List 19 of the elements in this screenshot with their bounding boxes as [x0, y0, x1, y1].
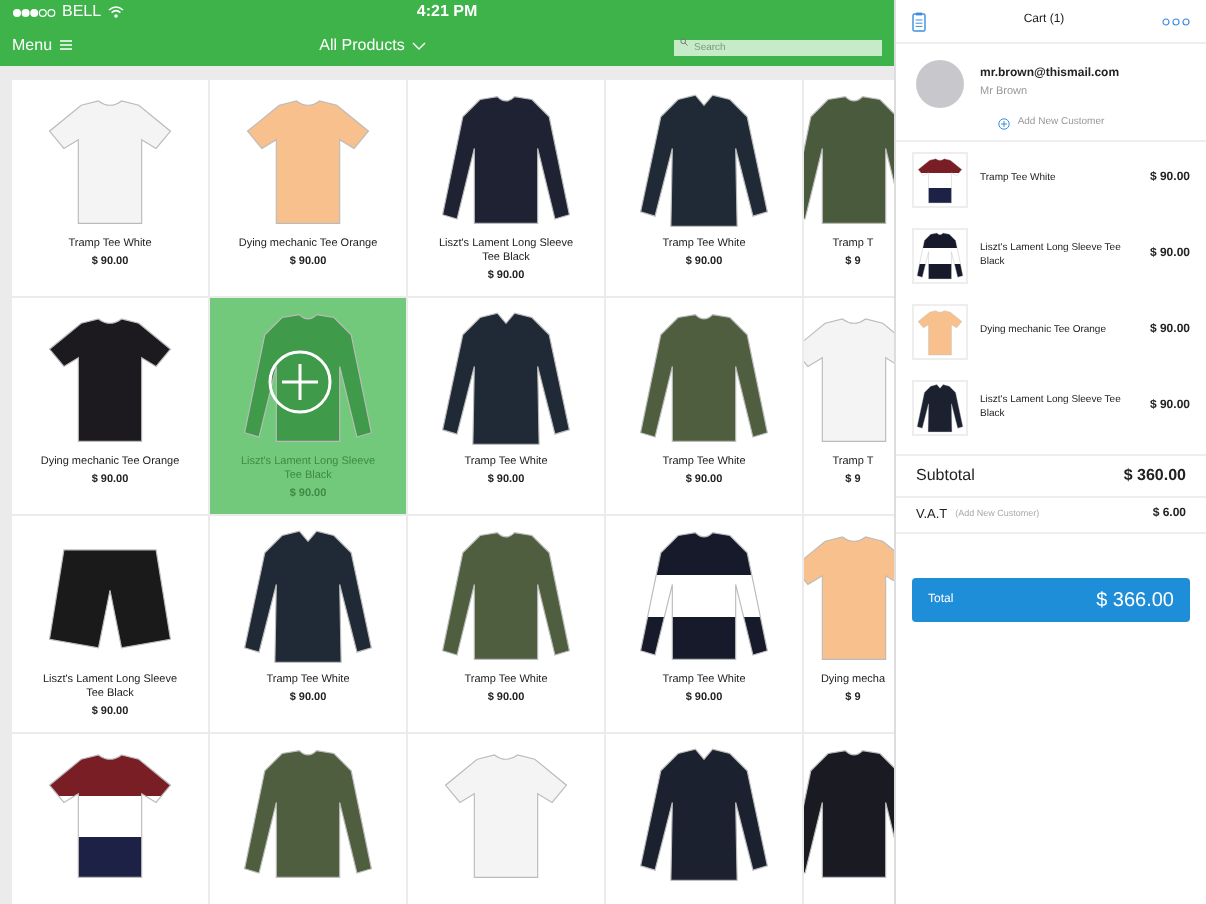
add-icon — [997, 117, 1010, 130]
status-time: 4:21 PM — [416, 2, 478, 20]
subtotal-label: Subtotal — [916, 463, 975, 487]
product-tile[interactable] — [408, 734, 604, 904]
chevron-down-icon — [412, 41, 427, 49]
product-tile[interactable] — [210, 734, 406, 904]
menu-icon — [60, 40, 73, 50]
subtotal-value: $ 360.00 — [1123, 463, 1186, 487]
search-icon — [680, 37, 688, 45]
product-tile[interactable] — [804, 734, 894, 904]
product-tile[interactable] — [12, 734, 208, 904]
add-icon — [268, 350, 332, 414]
more-icon[interactable] — [1162, 17, 1190, 25]
signal-icon — [12, 7, 56, 17]
clipboard-icon[interactable] — [912, 11, 926, 31]
avatar-placeholder — [916, 60, 964, 108]
carrier-name: BELL — [62, 0, 102, 24]
product-tile[interactable] — [606, 734, 802, 904]
wifi-icon — [107, 6, 124, 18]
